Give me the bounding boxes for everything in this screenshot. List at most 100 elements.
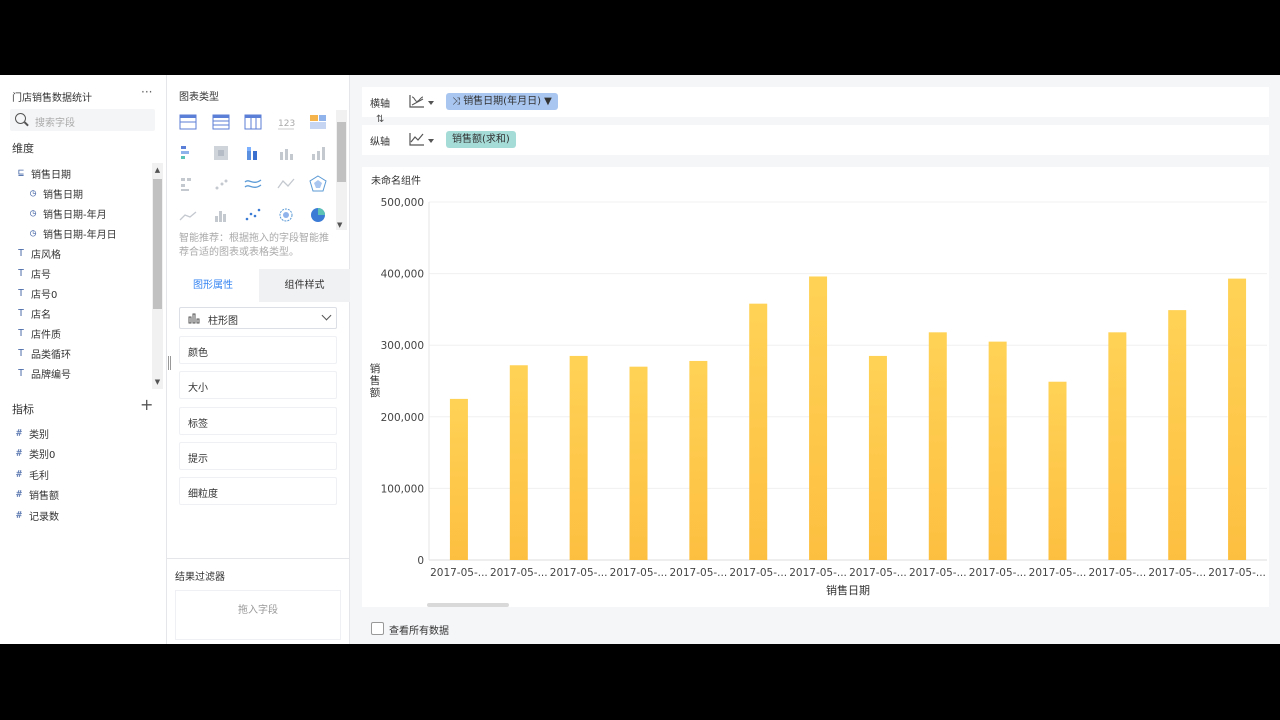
caret-down-icon[interactable] [428, 101, 434, 105]
prop-color[interactable]: 颜色 [179, 336, 337, 364]
field-label: 类别0 [29, 450, 56, 462]
y-axis-field-pill[interactable]: 销售额(求和) [446, 131, 516, 148]
bar[interactable] [809, 276, 828, 560]
field-label: 销售额 [29, 491, 59, 503]
bar[interactable] [629, 366, 648, 560]
dimension-scrollbar[interactable]: ▲ ▼ [152, 163, 163, 389]
multi-line-icon[interactable] [242, 173, 264, 195]
histogram-icon[interactable] [210, 204, 232, 226]
measure-field[interactable]: # 记录数 [0, 505, 152, 526]
detail-table-icon[interactable] [242, 111, 264, 133]
scroll-down-icon[interactable]: ▼ [337, 221, 342, 229]
x-tick-label: 2017-05-... [969, 567, 1027, 579]
heatmap-icon[interactable] [210, 142, 232, 164]
measure-field[interactable]: # 毛利 [0, 464, 152, 485]
search-input[interactable]: 搜索字段 [35, 114, 75, 129]
matrix-icon[interactable] [177, 173, 199, 195]
dimension-field[interactable]: T 店件质 [0, 323, 152, 343]
x-axis-title: 销售日期 [826, 583, 870, 597]
clock-icon: ◷ [29, 207, 37, 219]
scatter-small-icon[interactable] [210, 173, 232, 195]
chart-type-select[interactable]: 柱形图 [179, 307, 337, 329]
bubble-icon[interactable] [275, 204, 297, 226]
dimension-field[interactable]: ◷ 销售日期 [0, 183, 152, 203]
bar-icon[interactable] [275, 142, 297, 164]
x-axis-row[interactable]: 横轴 ⤨ 销售日期(年月日) ▼ [362, 87, 1269, 117]
swap-axes-icon[interactable]: ⇅ [376, 114, 384, 125]
bar[interactable] [509, 365, 528, 560]
panel-resize-handle[interactable] [168, 356, 171, 370]
bar[interactable] [988, 341, 1007, 560]
chart-horizontal-scrollbar[interactable] [427, 603, 509, 607]
bar[interactable] [569, 355, 588, 560]
more-icon[interactable]: ··· [141, 85, 152, 99]
bar[interactable] [868, 355, 887, 560]
x-tick-label: 2017-05-... [490, 567, 548, 579]
radar-icon[interactable] [307, 173, 329, 195]
prop-tooltip[interactable]: 提示 [179, 442, 337, 470]
measure-field[interactable]: # 销售额 [0, 485, 152, 506]
x-tick-label: 2017-05-... [1148, 567, 1206, 579]
column-icon[interactable] [307, 142, 329, 164]
dimension-field[interactable]: T 店风格 [0, 243, 152, 263]
axis-chart-type-icon[interactable] [408, 131, 426, 147]
dimensions-label: 维度 [12, 142, 34, 155]
tab-graph-properties[interactable]: 图形属性 [167, 269, 259, 302]
cross-table-icon[interactable] [210, 111, 232, 133]
caret-down-icon[interactable]: ▼ [541, 96, 552, 107]
dimension-field[interactable]: ◷ 销售日期-年月 [0, 203, 152, 223]
stacked-bar-icon[interactable] [242, 142, 264, 164]
bar[interactable] [928, 332, 947, 560]
result-filter-dropzone[interactable]: 拖入字段 [175, 590, 341, 640]
prop-granularity-label: 细粒度 [188, 489, 218, 500]
tab-component-style[interactable]: 组件样式 [259, 269, 350, 302]
prop-label[interactable]: 标签 [179, 407, 337, 435]
chart-type-scrollbar[interactable]: ▼ [336, 110, 347, 230]
field-label: 品类循环 [31, 349, 71, 361]
prop-granularity[interactable]: 细粒度 [179, 477, 337, 505]
line-area-icon[interactable] [177, 204, 199, 226]
dimension-field[interactable]: T 店号0 [0, 283, 152, 303]
measure-field[interactable]: # 类别 [0, 423, 152, 444]
kpi-icon[interactable]: 123 [275, 111, 297, 133]
prop-label-label: 标签 [188, 419, 208, 430]
y-tick-label: 200,000 [381, 412, 424, 424]
bar[interactable] [1168, 310, 1187, 560]
caret-down-icon[interactable] [428, 139, 434, 143]
axis-chart-type-icon[interactable] [408, 93, 426, 109]
area-line-icon[interactable] [275, 173, 297, 195]
bar[interactable] [1108, 332, 1127, 560]
bar[interactable] [1048, 381, 1067, 560]
pie-icon[interactable] [307, 204, 329, 226]
add-measure-button[interactable]: + [140, 397, 153, 413]
scroll-down-icon[interactable]: ▼ [153, 377, 162, 387]
y-axis-row[interactable]: 纵轴 销售额(求和) [362, 125, 1269, 155]
result-filter-title: 结果过滤器 [175, 572, 225, 583]
scroll-thumb[interactable] [153, 179, 162, 309]
search-icon [15, 113, 26, 124]
x-tick-label: 2017-05-... [670, 567, 728, 579]
dimension-field[interactable]: T 店名 [0, 303, 152, 323]
scatter-icon[interactable] [242, 204, 264, 226]
bar[interactable] [449, 398, 468, 560]
bar[interactable] [749, 303, 768, 560]
bar[interactable] [1228, 278, 1247, 560]
measure-field[interactable]: # 类别0 [0, 444, 152, 465]
chart-component[interactable]: 未命名组件 0 100,000 200,000 300,000 400,000 500,0… [362, 167, 1269, 607]
bar[interactable] [689, 360, 708, 560]
dimension-field[interactable]: ⊑ 销售日期 [0, 163, 152, 183]
field-search[interactable]: 搜索字段 [10, 109, 155, 131]
prop-size[interactable]: 大小 [179, 371, 337, 399]
dimension-field[interactable]: T 店号 [0, 263, 152, 283]
prop-size-label: 大小 [188, 383, 208, 394]
show-all-checkbox[interactable] [371, 622, 384, 635]
dimension-field[interactable]: T 品牌编号 [0, 363, 152, 383]
table-icon[interactable] [177, 111, 199, 133]
scroll-thumb[interactable] [337, 122, 346, 182]
x-axis-field-pill[interactable]: ⤨ 销售日期(年月日) ▼ [446, 93, 558, 110]
dimension-field[interactable]: T 品类循环 [0, 343, 152, 363]
grouped-bar-icon[interactable] [177, 142, 199, 164]
scroll-up-icon[interactable]: ▲ [153, 165, 162, 175]
treemap-table-icon[interactable] [307, 111, 329, 133]
dimension-field[interactable]: ◷ 销售日期-年月日 [0, 223, 152, 243]
